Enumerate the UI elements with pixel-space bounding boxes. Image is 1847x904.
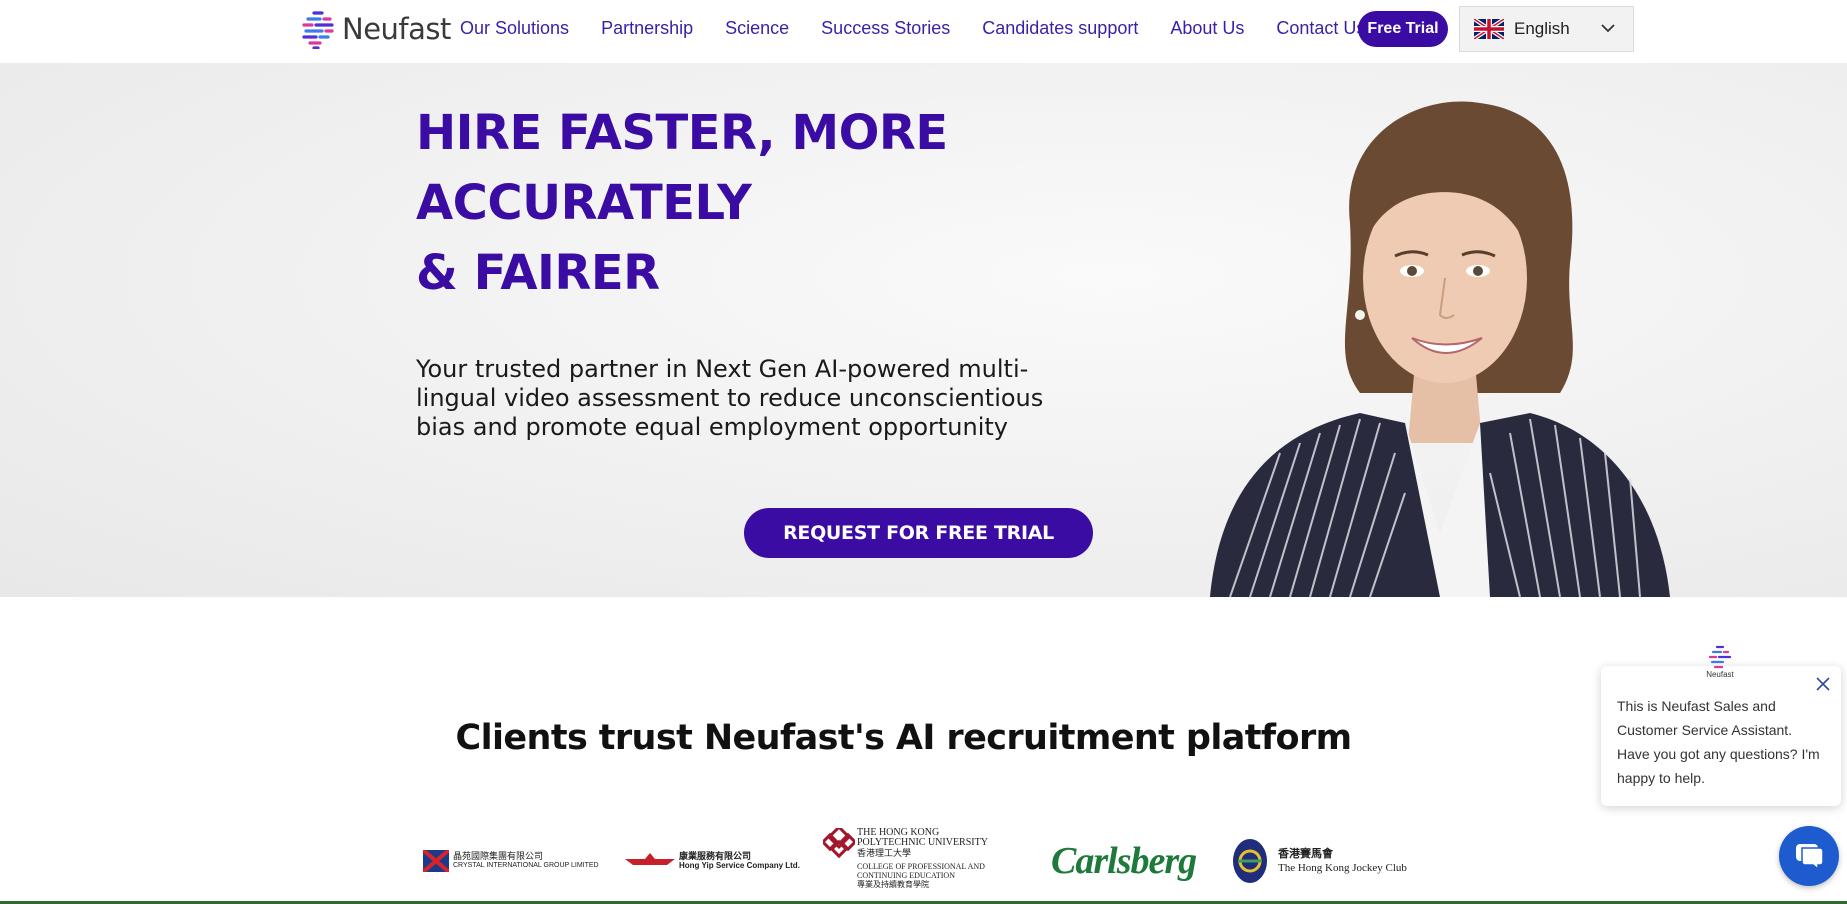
polyu-line-3: 香港理工大學 <box>857 848 912 858</box>
hero-title-line-1: HIRE FASTER, MORE <box>416 105 948 161</box>
request-free-trial-button[interactable]: REQUEST FOR FREE TRIAL <box>744 508 1093 558</box>
crystal-logo-en: CRYSTAL INTERNATIONAL GROUP LIMITED <box>453 862 599 869</box>
polyu-cpce-logo: THE HONG KONG POLYTECHNIC UNIVERSITY 香港理… <box>823 828 988 894</box>
hong-yip-icon <box>625 853 675 865</box>
hkjc-logo-en: The Hong Kong Jockey Club <box>1278 861 1407 874</box>
nav-partnership[interactable]: Partnership <box>601 18 693 39</box>
language-select[interactable]: English <box>1459 6 1634 52</box>
hong-yip-logo: 康業服務有限公司 Hong Yip Service Company Ltd. <box>625 828 800 894</box>
chat-launcher-button[interactable] <box>1779 826 1839 886</box>
hong-yip-logo-cn: 康業服務有限公司 <box>679 851 752 861</box>
chat-greeting-text: This is Neufast Sales and Customer Servi… <box>1617 698 1820 786</box>
hkjc-logo: 香港賽馬會 The Hong Kong Jockey Club <box>1232 828 1407 894</box>
chat-icon <box>1796 844 1824 870</box>
crystal-international-icon <box>423 850 449 872</box>
woman-portrait-image <box>1210 101 1670 597</box>
neufast-bot-icon <box>1708 645 1732 669</box>
chat-greeting-bubble[interactable]: This is Neufast Sales and Customer Servi… <box>1601 666 1841 806</box>
nav-success-stories[interactable]: Success Stories <box>821 18 950 39</box>
neufast-logo[interactable]: Neufast <box>300 8 451 50</box>
hero-subtitle: Your trusted partner in Next Gen AI-powe… <box>416 355 1044 441</box>
carlsberg-logo: Carlsberg <box>1051 828 1197 894</box>
logo-text: Neufast <box>342 12 451 46</box>
hero-section: HIRE FASTER, MORE ACCURATELY & FAIRER Yo… <box>0 63 1847 597</box>
nav-our-solutions[interactable]: Our Solutions <box>460 18 569 39</box>
chat-bot-avatar: Neufast <box>1700 645 1740 685</box>
main-nav: Our Solutions Partnership Science Succes… <box>460 18 1397 39</box>
chevron-down-icon <box>1601 24 1615 33</box>
crystal-logo-cn: 晶苑國際集團有限公司 <box>453 851 544 861</box>
chat-bot-label: Neufast <box>1706 670 1734 679</box>
nav-about-us[interactable]: About Us <box>1170 18 1244 39</box>
polyu-line-4: COLLEGE OF PROFESSIONAL AND <box>857 862 985 871</box>
polyu-line-6: 專業及持續教育學院 <box>857 880 929 889</box>
polyu-line-2: POLYTECHNIC UNIVERSITY <box>857 837 988 848</box>
carlsberg-wordmark: Carlsberg <box>1051 840 1197 882</box>
language-label: English <box>1514 19 1570 38</box>
close-icon[interactable] <box>1813 674 1833 694</box>
polyu-line-5: CONTINUING EDUCATION <box>857 871 955 880</box>
clients-title: Clients trust Neufast's AI recruitment p… <box>455 718 1352 758</box>
free-trial-button[interactable]: Free Trial <box>1358 11 1448 47</box>
hkjc-logo-cn: 香港賽馬會 <box>1278 847 1333 860</box>
crystal-international-logo: 晶苑國際集團有限公司 CRYSTAL INTERNATIONAL GROUP L… <box>423 828 599 894</box>
polyu-icon <box>823 828 855 859</box>
nav-science[interactable]: Science <box>725 18 789 39</box>
uk-flag-icon <box>1474 19 1504 39</box>
hong-yip-logo-en: Hong Yip Service Company Ltd. <box>679 861 800 870</box>
hero-title-line-2: ACCURATELY <box>416 175 752 231</box>
nav-contact-us[interactable]: Contact Us <box>1276 18 1365 39</box>
nav-candidates-support[interactable]: Candidates support <box>982 18 1138 39</box>
site-header: Neufast Our Solutions Partnership Scienc… <box>0 0 1847 63</box>
neufast-logo-icon <box>302 11 334 49</box>
hero-title: HIRE FASTER, MORE ACCURATELY & FAIRER <box>416 98 948 308</box>
hero-title-line-3: & FAIRER <box>416 245 660 301</box>
hkjc-emblem-icon <box>1233 839 1267 883</box>
